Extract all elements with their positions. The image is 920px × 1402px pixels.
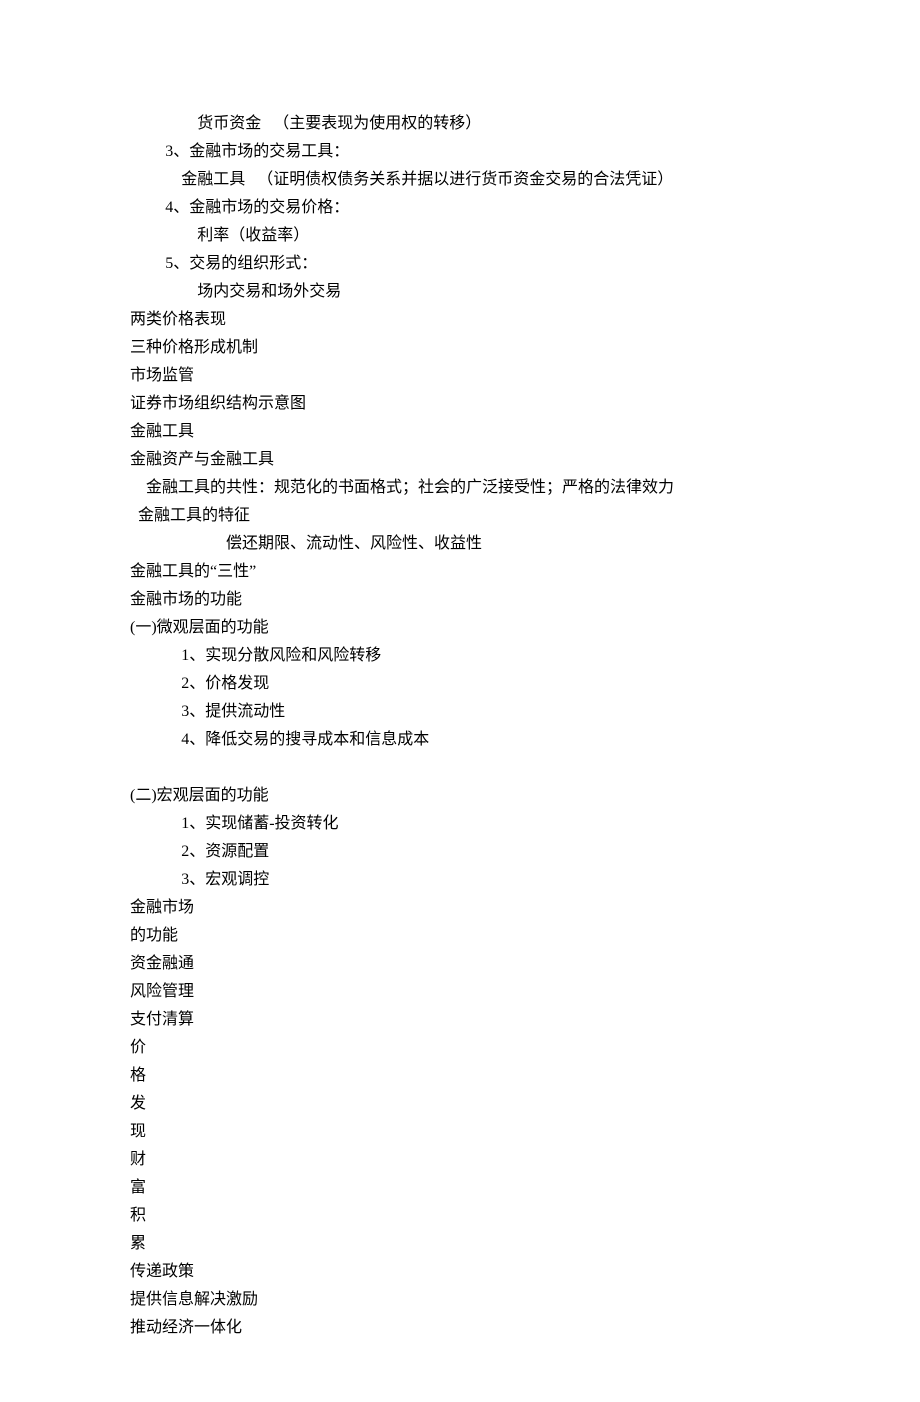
text-line: 资金融通 (130, 950, 790, 978)
text-line: 风险管理 (130, 978, 790, 1006)
text-line: 金融工具 （证明债权债务关系并据以进行货币资金交易的合法凭证） (130, 166, 790, 194)
text-line: 场内交易和场外交易 (130, 278, 790, 306)
text-line: 利率（收益率） (130, 222, 790, 250)
text-line: 金融资产与金融工具 (130, 446, 790, 474)
text-line: 金融市场的功能 (130, 586, 790, 614)
text-line: 3、宏观调控 (130, 866, 790, 894)
text-line: 现 (130, 1118, 790, 1146)
text-line: 三种价格形成机制 (130, 334, 790, 362)
text-line: 传递政策 (130, 1258, 790, 1286)
text-line: 累 (130, 1230, 790, 1258)
text-line: 发 (130, 1090, 790, 1118)
text-line: 3、提供流动性 (130, 698, 790, 726)
text-line: 1、实现储蓄-投资转化 (130, 810, 790, 838)
text-line: (一)微观层面的功能 (130, 614, 790, 642)
text-line: 金融工具的共性：规范化的书面格式；社会的广泛接受性；严格的法律效力 (130, 474, 790, 502)
text-line: 市场监管 (130, 362, 790, 390)
text-line: 价 (130, 1034, 790, 1062)
text-line: 2、价格发现 (130, 670, 790, 698)
text-line: 积 (130, 1202, 790, 1230)
text-line: 格 (130, 1062, 790, 1090)
text-line: 证券市场组织结构示意图 (130, 390, 790, 418)
text-line: 货币资金 （主要表现为使用权的转移） (130, 110, 790, 138)
text-line: 4、降低交易的搜寻成本和信息成本 (130, 726, 790, 754)
text-line: 金融工具的“三性” (130, 558, 790, 586)
text-line: 3、金融市场的交易工具： (130, 138, 790, 166)
document-page: 货币资金 （主要表现为使用权的转移）3、金融市场的交易工具：金融工具 （证明债权… (0, 0, 920, 1402)
text-line: 金融工具 (130, 418, 790, 446)
text-line: (二)宏观层面的功能 (130, 782, 790, 810)
text-line: 金融工具的特征 (130, 502, 790, 530)
text-line: 金融市场 (130, 894, 790, 922)
text-line: 推动经济一体化 (130, 1314, 790, 1342)
text-line: 5、交易的组织形式： (130, 250, 790, 278)
text-line: 两类价格表现 (130, 306, 790, 334)
text-line: 1、实现分散风险和风险转移 (130, 642, 790, 670)
text-line: 的功能 (130, 922, 790, 950)
text-line: 偿还期限、流动性、风险性、收益性 (130, 530, 790, 558)
text-line (130, 754, 790, 782)
text-line: 财 (130, 1146, 790, 1174)
text-line: 2、资源配置 (130, 838, 790, 866)
text-line: 支付清算 (130, 1006, 790, 1034)
text-line: 提供信息解决激励 (130, 1286, 790, 1314)
text-line: 4、金融市场的交易价格： (130, 194, 790, 222)
text-line: 富 (130, 1174, 790, 1202)
